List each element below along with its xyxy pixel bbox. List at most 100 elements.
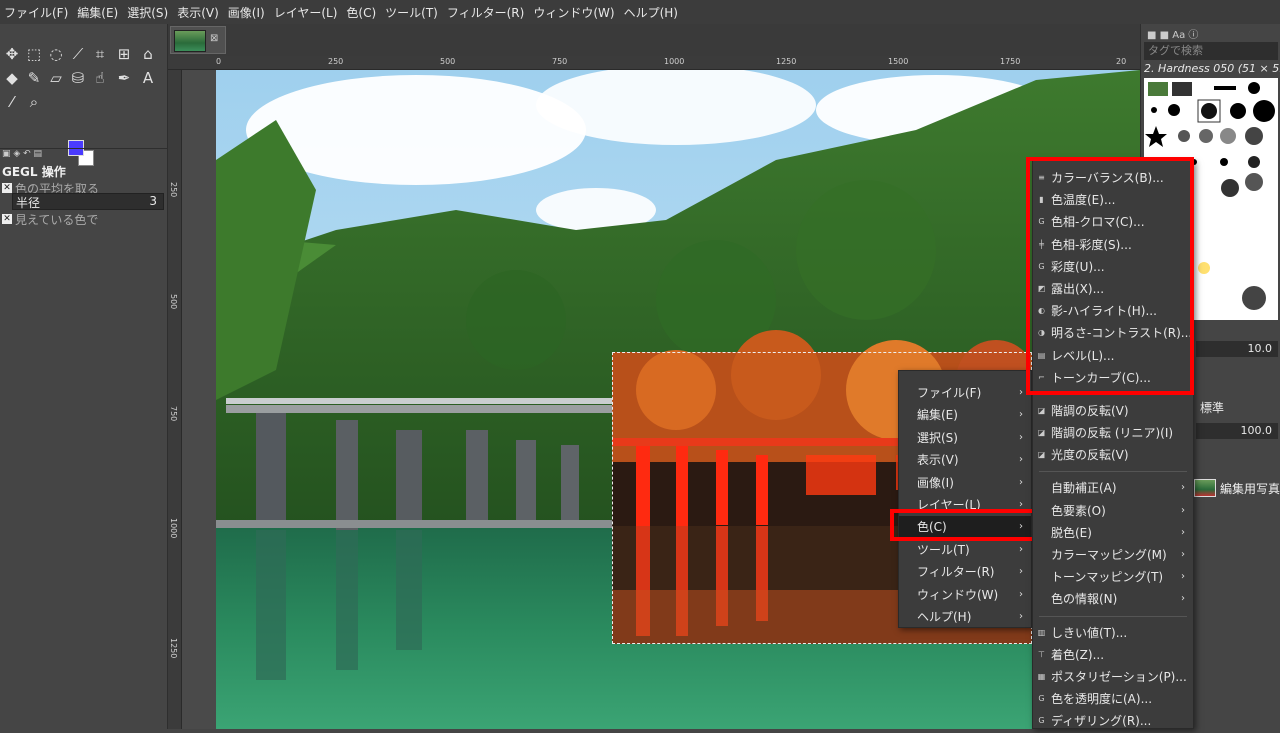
ctx-menu-select[interactable]: 選択(S) › xyxy=(899,427,1031,449)
lasso-icon[interactable]: ◌ xyxy=(46,44,66,64)
clone-icon[interactable]: ⛁ xyxy=(68,68,88,88)
ctx-label: 編集(E) xyxy=(917,408,958,423)
move-tool-icon[interactable]: ✥ xyxy=(2,44,22,64)
checkbox-icon[interactable]: ✕ xyxy=(2,214,12,224)
fuzzy-select-icon[interactable]: ⟋ xyxy=(68,44,88,64)
menu-help[interactable]: ヘルプ(H) xyxy=(624,4,678,21)
menu-image[interactable]: 画像(I) xyxy=(228,4,265,21)
posterize-item[interactable]: ▦ ポスタリゼーション(P)... xyxy=(1033,666,1193,688)
auto-item[interactable]: 自動補正(A) › xyxy=(1033,477,1193,499)
text-tool-icon[interactable]: A xyxy=(138,68,158,88)
sample-merged-label: 見えている色で xyxy=(15,212,99,227)
layer-thumbnail xyxy=(1194,479,1216,497)
components-item[interactable]: 色要素(O) › xyxy=(1033,500,1193,522)
tone-mapping-item[interactable]: トーンマッピング(T) › xyxy=(1033,566,1193,588)
posterize-icon: ▦ xyxy=(1037,671,1046,681)
eraser-icon[interactable]: ▱ xyxy=(46,68,66,88)
layer-mode-select[interactable]: 標準 xyxy=(1196,398,1244,418)
tag-search-input[interactable]: タグで検索 xyxy=(1144,42,1278,60)
invert-icon: ◪ xyxy=(1037,428,1046,438)
menu-tools[interactable]: ツール(T) xyxy=(385,4,438,21)
chevron-right-icon: › xyxy=(1019,431,1023,443)
menu-file[interactable]: ファイル(F) xyxy=(4,4,68,21)
toolbox: ✥ ⬚ ◌ ⟋ ⌗ ⊞ ⌂ ◆ ✎ ▱ ⛁ ☝ ✒ A ⁄ ⌕ xyxy=(0,24,168,729)
ctx-label: ツール(T) xyxy=(917,542,970,557)
colorize-item[interactable]: ⊤ 着色(Z)... xyxy=(1033,644,1193,666)
ctx-menu-image[interactable]: 画像(I) › xyxy=(899,472,1031,494)
rect-select-icon[interactable]: ⬚ xyxy=(24,44,44,64)
zoom-icon[interactable]: ⌕ xyxy=(24,92,44,112)
opacity-field[interactable]: 100.0 xyxy=(1196,423,1278,439)
menu-filters[interactable]: フィルター(R) xyxy=(447,4,524,21)
linear-invert-item[interactable]: ◪ 階調の反転 (リニア)(I) xyxy=(1033,422,1193,444)
item-label: 光度の反転(V) xyxy=(1051,448,1129,463)
tool-options-tabs[interactable]: ▣ ◈ ↶ ▤ xyxy=(0,148,168,162)
desaturate-item[interactable]: 脱色(E) › xyxy=(1033,522,1193,544)
chevron-right-icon: › xyxy=(1181,504,1185,516)
item-label: 色の情報(N) xyxy=(1051,592,1118,607)
radius-spinner[interactable]: 半径 3 xyxy=(12,193,164,210)
ctx-label: ヘルプ(H) xyxy=(917,609,972,624)
radius-label: 半径 xyxy=(16,196,41,210)
dock-tabs[interactable]: ■ ■ Aa ⓘ xyxy=(1147,26,1198,41)
layer-row[interactable]: 編集用写真 xyxy=(1194,476,1280,500)
threshold-item[interactable]: ▥ しきい値(T)... xyxy=(1033,622,1193,644)
chevron-right-icon: › xyxy=(1019,387,1023,398)
chevron-right-icon: › xyxy=(1019,454,1023,466)
dither-item[interactable]: G ディザリング(R)... xyxy=(1033,710,1193,732)
ruler-tick: 1750 xyxy=(1000,57,1021,66)
menu-view[interactable]: 表示(V) xyxy=(177,4,219,21)
ruler-tick: 1250 xyxy=(776,57,797,66)
chevron-right-icon: › xyxy=(1019,588,1023,600)
map-item[interactable]: カラーマッピング(M) › xyxy=(1033,544,1193,566)
ctx-label: ウィンドウ(W) xyxy=(917,587,999,602)
sample-merged-option[interactable]: ✕ 見えている色で xyxy=(0,210,98,228)
invert-icon: ◪ xyxy=(1037,450,1046,460)
paintbrush-icon[interactable]: ✎ xyxy=(24,68,44,88)
ctx-label: 選択(S) xyxy=(917,430,958,445)
menu-windows[interactable]: ウィンドウ(W) xyxy=(533,4,614,21)
brush-name: 2. Hardness 050 (51 × 51) xyxy=(1144,62,1280,75)
checkbox-icon[interactable]: ✕ xyxy=(2,183,12,193)
menu-separator xyxy=(1039,471,1187,473)
info-item[interactable]: 色の情報(N) › xyxy=(1033,588,1193,610)
image-tab-bar xyxy=(168,24,1140,56)
ctx-label: フィルター(R) xyxy=(917,565,995,580)
warp-icon[interactable]: ⌂ xyxy=(138,44,158,64)
crop-icon[interactable]: ⌗ xyxy=(90,44,110,64)
smudge-icon[interactable]: ☝ xyxy=(90,68,110,88)
colorize-icon: ⊤ xyxy=(1038,649,1045,659)
item-label: 階調の反転(V) xyxy=(1051,403,1129,418)
ctx-menu-tools[interactable]: ツール(T) › xyxy=(899,539,1031,561)
chevron-right-icon: › xyxy=(1181,526,1185,538)
ctx-menu-edit[interactable]: 編集(E) › xyxy=(899,404,1031,426)
color-to-alpha-item[interactable]: G 色を透明度に(A)... xyxy=(1033,688,1193,710)
vertical-ruler: 250 500 750 1000 1250 xyxy=(168,70,182,729)
menu-colors[interactable]: 色(C) xyxy=(346,4,376,21)
ctx-menu-file[interactable]: ファイル(F) › xyxy=(899,382,1031,404)
menu-edit[interactable]: 編集(E) xyxy=(77,4,118,21)
transform-icon[interactable]: ⊞ xyxy=(114,44,134,64)
ctx-menu-windows[interactable]: ウィンドウ(W) › xyxy=(899,584,1031,606)
ruler-tick: 250 xyxy=(328,57,344,66)
ctx-menu-filters[interactable]: フィルター(R) › xyxy=(899,561,1031,583)
item-label: 自動補正(A) xyxy=(1051,481,1117,496)
chevron-right-icon: › xyxy=(1181,549,1185,560)
ctx-menu-help[interactable]: ヘルプ(H) › xyxy=(899,606,1031,628)
item-label: 脱色(E) xyxy=(1051,525,1092,540)
close-icon[interactable]: ⊠ xyxy=(210,33,218,44)
bucket-fill-icon[interactable]: ◆ xyxy=(2,68,22,88)
ruler-tick: 20 xyxy=(1116,57,1127,66)
invert-item[interactable]: ◪ 階調の反転(V) xyxy=(1033,400,1193,422)
paths-icon[interactable]: ✒ xyxy=(114,68,134,88)
ruler-tick: 250 xyxy=(169,182,178,198)
ruler-tick: 1000 xyxy=(664,57,685,66)
menu-layer[interactable]: レイヤー(L) xyxy=(274,4,338,21)
spacing-field[interactable]: 10.0 xyxy=(1196,341,1278,357)
menu-select[interactable]: 選択(S) xyxy=(127,4,168,21)
image-tab[interactable]: ⊠ xyxy=(170,26,226,54)
value-invert-item[interactable]: ◪ 光度の反転(V) xyxy=(1033,444,1193,466)
ctx-menu-view[interactable]: 表示(V) › xyxy=(899,449,1031,471)
color-picker-icon[interactable]: ⁄ xyxy=(2,92,22,112)
chevron-right-icon: › xyxy=(1019,476,1023,488)
